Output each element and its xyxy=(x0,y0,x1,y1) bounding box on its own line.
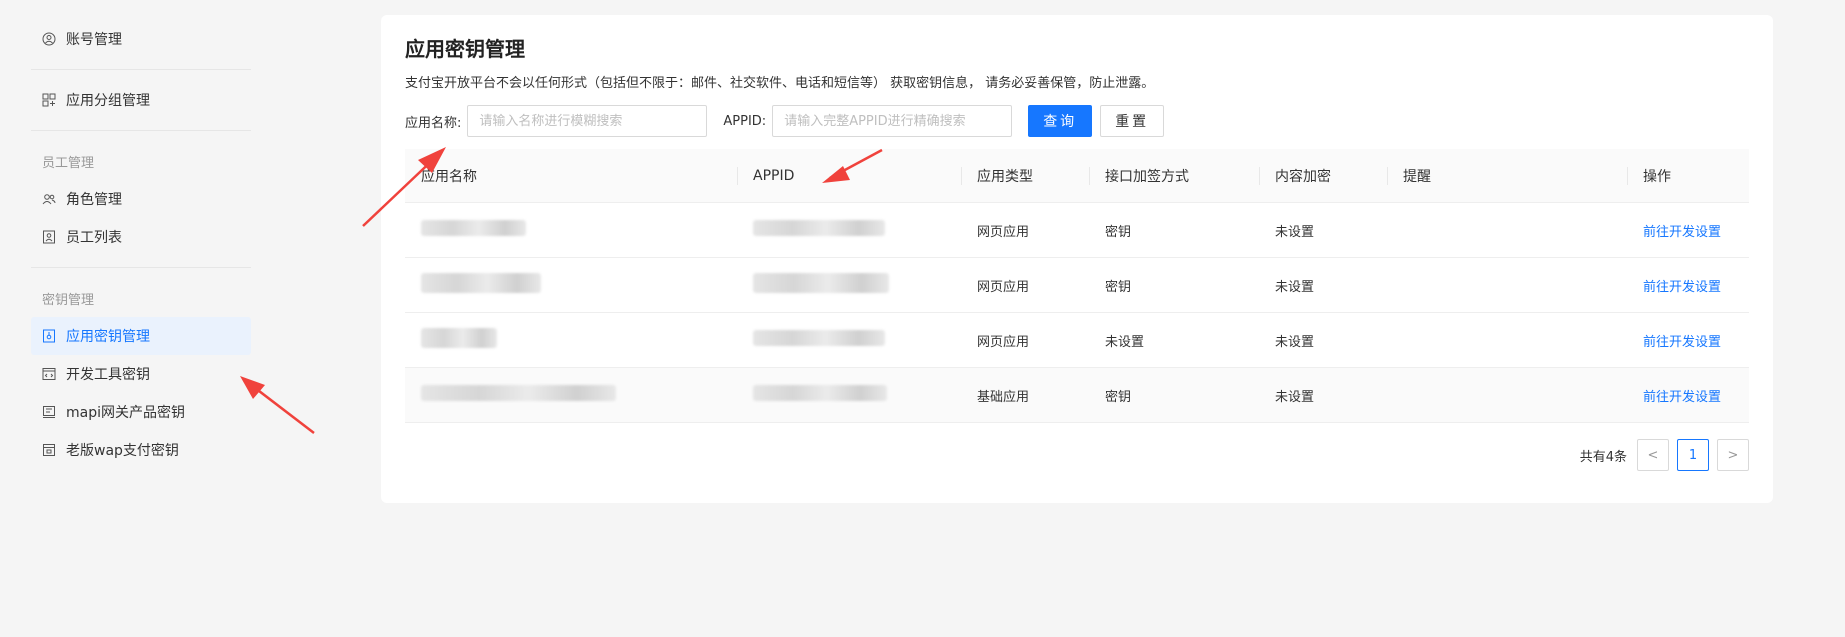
header-action: 操作 xyxy=(1627,166,1749,186)
page-description: 支付宝开放平台不会以任何形式（包括但不限于：邮件、社交软件、电话和短信等） 获取… xyxy=(405,76,1155,91)
appid-label: APPID: xyxy=(723,113,767,129)
divider xyxy=(31,130,251,131)
redacted-appid xyxy=(753,330,885,346)
sidebar-item-account[interactable]: 账号管理 xyxy=(31,20,251,58)
dev-settings-link[interactable]: 前往开发设置 xyxy=(1643,225,1721,240)
grid-icon xyxy=(42,93,56,107)
users-icon xyxy=(42,192,56,206)
filter-bar: 应用名称: APPID: 查询 重置 xyxy=(405,105,1165,137)
table-row: 网页应用 密钥 未设置 前往开发设置 xyxy=(405,203,1749,258)
cell-sign-method: 未设置 xyxy=(1105,334,1145,350)
total-count: 共有4条 xyxy=(1579,449,1627,465)
pagination: 共有4条 < 1 > xyxy=(1580,439,1749,471)
sidebar-item-label: mapi网关产品密钥 xyxy=(66,405,185,421)
dev-settings-link[interactable]: 前往开发设置 xyxy=(1643,335,1721,350)
redacted-appid xyxy=(753,220,885,236)
cell-app-type: 基础应用 xyxy=(977,389,1030,405)
sidebar-group-keys: 密钥管理 xyxy=(42,292,95,308)
payment-doc-icon xyxy=(42,443,56,457)
sidebar-item-dev-tool-keys[interactable]: 开发工具密钥 xyxy=(31,355,251,393)
sidebar-item-staff-list[interactable]: 员工列表 xyxy=(31,218,251,256)
header-content-encrypt: 内容加密 xyxy=(1259,166,1387,186)
sidebar-item-label: 老版wap支付密钥 xyxy=(66,443,179,459)
sidebar-group-staff: 员工管理 xyxy=(42,155,95,171)
sidebar-item-label: 账号管理 xyxy=(66,32,122,48)
sidebar: 账号管理 应用分组管理 员工管理 角色管理 员工列表 密钥管理 应用密钥管理 开… xyxy=(31,20,251,469)
redacted-appid xyxy=(753,273,889,293)
code-window-icon xyxy=(42,367,56,381)
sidebar-item-label: 员工列表 xyxy=(66,230,122,246)
cell-sign-method: 密钥 xyxy=(1105,224,1132,240)
sidebar-item-app-group[interactable]: 应用分组管理 xyxy=(31,81,251,119)
sidebar-item-label: 应用密钥管理 xyxy=(66,329,150,345)
sidebar-item-label: 应用分组管理 xyxy=(66,93,150,109)
sidebar-item-label: 开发工具密钥 xyxy=(66,367,150,383)
redacted-app-name xyxy=(421,385,616,401)
table-row: 网页应用 密钥 未设置 前往开发设置 xyxy=(405,258,1749,313)
sidebar-item-wap-keys[interactable]: 老版wap支付密钥 xyxy=(31,431,251,469)
cell-app-type: 网页应用 xyxy=(977,224,1030,240)
cell-content-encrypt: 未设置 xyxy=(1275,334,1315,350)
cell-content-encrypt: 未设置 xyxy=(1275,224,1315,240)
book-icon xyxy=(42,405,56,419)
keys-table: 应用名称 APPID 应用类型 接口加签方式 内容加密 提醒 操作 网页应用 密… xyxy=(405,149,1749,423)
appid-input[interactable] xyxy=(772,105,1013,137)
dev-settings-link[interactable]: 前往开发设置 xyxy=(1643,280,1721,295)
table-row: 基础应用 密钥 未设置 前往开发设置 xyxy=(405,368,1749,423)
cell-content-encrypt: 未设置 xyxy=(1275,279,1315,295)
header-reminder: 提醒 xyxy=(1387,166,1627,186)
prev-page-button[interactable]: < xyxy=(1637,439,1669,471)
badge-icon xyxy=(42,230,56,244)
sidebar-item-app-keys[interactable]: 应用密钥管理 xyxy=(31,317,251,355)
key-doc-icon xyxy=(42,329,56,343)
redacted-app-name xyxy=(421,273,541,293)
header-app-name: 应用名称 xyxy=(421,168,477,185)
cell-sign-method: 密钥 xyxy=(1105,389,1132,405)
dev-settings-link[interactable]: 前往开发设置 xyxy=(1643,390,1721,405)
cell-content-encrypt: 未设置 xyxy=(1275,389,1315,405)
header-sign-method: 接口加签方式 xyxy=(1089,166,1259,186)
reset-button[interactable]: 重置 xyxy=(1100,105,1165,137)
cell-sign-method: 密钥 xyxy=(1105,279,1132,295)
redacted-app-name xyxy=(421,220,526,236)
page-1-button[interactable]: 1 xyxy=(1677,439,1709,471)
arrow-to-app-keys xyxy=(245,380,315,434)
sidebar-item-roles[interactable]: 角色管理 xyxy=(31,180,251,218)
main-card: 应用密钥管理 支付宝开放平台不会以任何形式（包括但不限于：邮件、社交软件、电话和… xyxy=(381,15,1773,503)
sidebar-item-label: 角色管理 xyxy=(66,192,122,208)
divider xyxy=(31,69,251,70)
search-button[interactable]: 查询 xyxy=(1028,105,1093,137)
next-page-button[interactable]: > xyxy=(1717,439,1749,471)
table-row: 网页应用 未设置 未设置 前往开发设置 xyxy=(405,313,1749,368)
header-app-type: 应用类型 xyxy=(961,166,1089,186)
cell-app-type: 网页应用 xyxy=(977,334,1030,350)
page-title: 应用密钥管理 xyxy=(405,37,525,61)
header-appid: APPID xyxy=(737,166,961,185)
user-circle-icon xyxy=(42,32,56,46)
table-header: 应用名称 APPID 应用类型 接口加签方式 内容加密 提醒 操作 xyxy=(405,149,1749,203)
app-name-input[interactable] xyxy=(467,105,708,137)
redacted-app-name xyxy=(421,328,497,348)
app-name-label: 应用名称: xyxy=(405,115,462,131)
redacted-appid xyxy=(753,385,887,401)
sidebar-item-mapi-keys[interactable]: mapi网关产品密钥 xyxy=(31,393,251,431)
cell-app-type: 网页应用 xyxy=(977,279,1030,295)
divider xyxy=(31,267,251,268)
